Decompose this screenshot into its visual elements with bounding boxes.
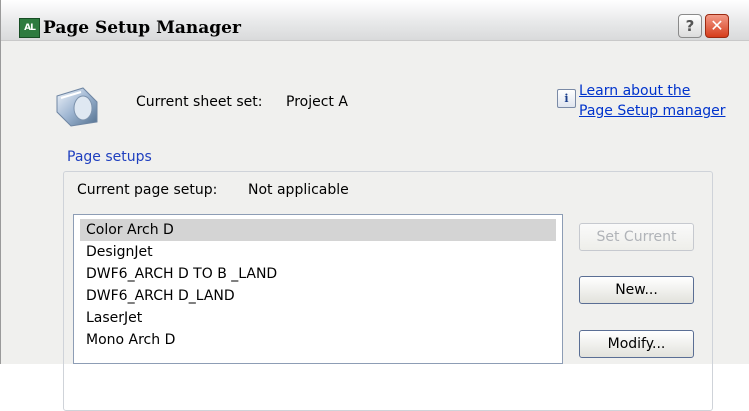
- modify-button[interactable]: Modify...: [579, 330, 694, 358]
- learn-link-line1[interactable]: Learn about the: [579, 83, 690, 99]
- current-sheet-set-value: Project A: [286, 94, 348, 110]
- current-sheet-set-label: Current sheet set:: [136, 94, 263, 110]
- learn-link-line2[interactable]: Page Setup manager: [579, 103, 725, 119]
- sheet-set-icon: [56, 87, 98, 127]
- list-item-laserjet[interactable]: LaserJet: [80, 307, 556, 329]
- set-current-button[interactable]: Set Current: [579, 223, 694, 251]
- page-setups-group-label: Page setups: [67, 149, 152, 165]
- title-bar[interactable]: AL Page Setup Manager ? ✕: [1, 0, 749, 41]
- close-button[interactable]: ✕: [705, 14, 729, 38]
- list-item-dwf6-arch-d-land[interactable]: DWF6_ARCH D_LAND: [80, 285, 556, 307]
- current-page-setup-value: Not applicable: [248, 182, 349, 198]
- list-item-mono-arch-d[interactable]: Mono Arch D: [80, 329, 556, 351]
- help-button[interactable]: ?: [678, 14, 702, 38]
- page-setups-list[interactable]: Color Arch D DesignJet DWF6_ARCH D TO B …: [73, 214, 563, 364]
- current-page-setup-label: Current page setup:: [77, 182, 218, 198]
- info-icon: i: [557, 89, 576, 108]
- list-item-dwf6-arch-d-to-b-land[interactable]: DWF6_ARCH D TO B _LAND: [80, 263, 556, 285]
- page-setup-manager-dialog: AL Page Setup Manager ? ✕ Current sheet …: [0, 0, 749, 411]
- new-button[interactable]: New...: [579, 276, 694, 304]
- list-item-color-arch-d[interactable]: Color Arch D: [80, 219, 556, 241]
- dialog-title: Page Setup Manager: [43, 18, 241, 38]
- app-icon: AL: [19, 18, 40, 38]
- list-item-designjet[interactable]: DesignJet: [80, 241, 556, 263]
